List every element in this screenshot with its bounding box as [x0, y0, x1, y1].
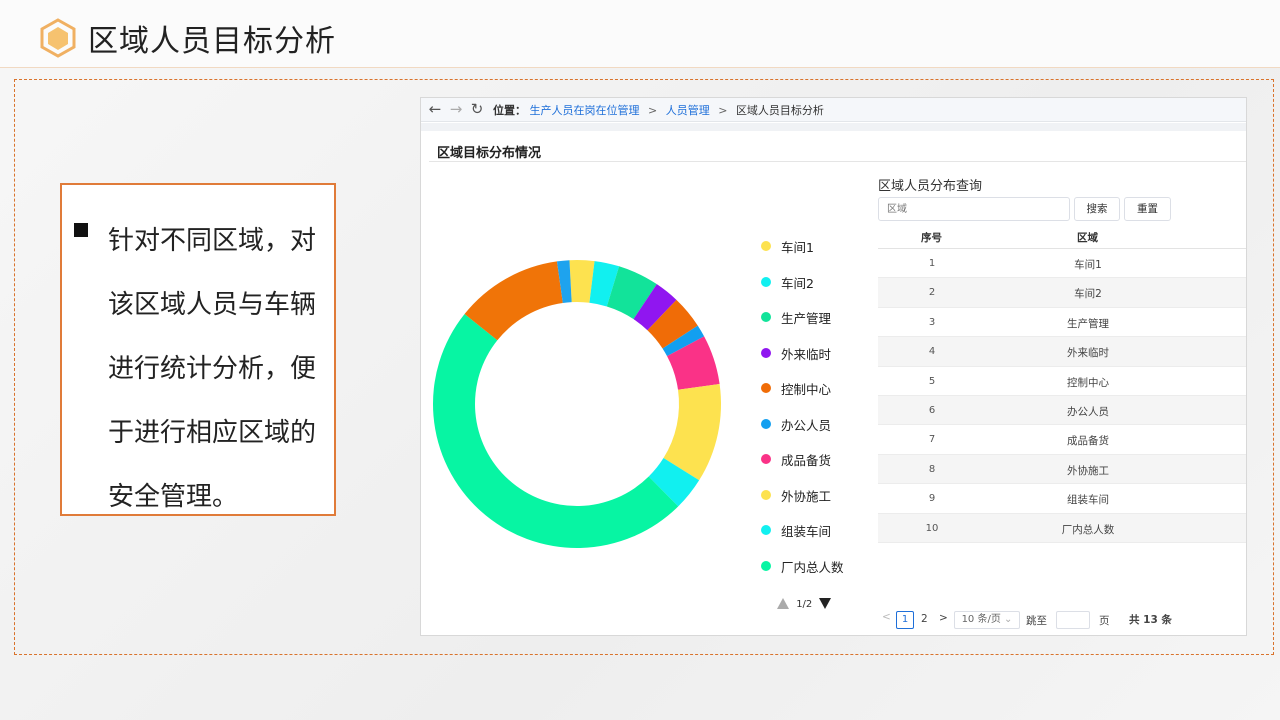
arrow-left-icon[interactable]: ← [427, 100, 443, 118]
search-button[interactable]: 搜索 [1074, 197, 1120, 221]
table-pagination: < 1 2 > 10 条/页 ⌄ 跳至 页 共 13 条 [878, 611, 1246, 631]
breadcrumb-item-production[interactable]: 生产人员在岗在位管理 [530, 104, 640, 117]
page-size-select[interactable]: 10 条/页 ⌄ [954, 611, 1020, 629]
table-row[interactable]: 1 车间1 [878, 249, 1246, 279]
legend-dot-icon [761, 418, 771, 429]
breadcrumb-item-personnel[interactable]: 人员管理 [666, 104, 710, 117]
slide-title: 区域人员目标分析 [88, 24, 336, 59]
query-title: 区域人员分布查询 [878, 179, 983, 194]
legend-label: 车间1 [781, 240, 814, 255]
legend-dot-icon [761, 489, 771, 500]
column-header-region: 区域 [1077, 232, 1098, 244]
chevron-down-icon: ⌄ [1004, 614, 1013, 625]
legend-dot-icon [761, 454, 771, 464]
cell-index: 8 [928, 463, 936, 475]
breadcrumb-separator: > [718, 104, 728, 117]
legend-dot-icon [761, 312, 771, 322]
legend-label: 成品备货 [781, 453, 832, 468]
bullet-box: 针对不同区域，对该区域人员与车辆进行统计分析，便于进行相应区域的安全管理。 [60, 183, 336, 516]
table-row[interactable]: 6 办公人员 [878, 396, 1246, 426]
legend-label: 车间2 [781, 275, 814, 291]
cell-index: 1 [928, 258, 936, 269]
cell-region: 生产管理 [1067, 317, 1109, 330]
cell-index: 5 [928, 375, 936, 387]
legend-label: 办公人员 [781, 417, 832, 433]
bullet-text: 针对不同区域，对该区域人员与车辆进行统计分析，便于进行相应区域的安全管理。 [108, 226, 317, 512]
table-header: 序号 区域 [878, 225, 1246, 249]
slide-title-bar: 区域人员目标分析 [0, 0, 1280, 68]
square-bullet-icon [74, 223, 88, 237]
section-divider [429, 161, 1246, 162]
legend-pager: 1/2 [777, 598, 832, 610]
legend-label: 外协施工 [781, 488, 832, 504]
breadcrumb-label: 位置： [493, 104, 526, 117]
legend-dot-icon [761, 560, 771, 571]
cell-region: 成品备货 [1067, 435, 1109, 448]
legend-dot-icon [761, 525, 771, 535]
content-top-strip [421, 123, 1246, 131]
cell-region: 外协施工 [1067, 464, 1109, 477]
legend-label: 组装车间 [781, 524, 832, 539]
table-row[interactable]: 5 控制中心 [878, 367, 1246, 396]
region-search-input[interactable] [878, 197, 1070, 221]
cell-index: 9 [928, 493, 936, 505]
cell-region: 车间2 [1074, 288, 1102, 301]
cell-index: 10 [925, 522, 939, 534]
cell-index: 3 [928, 316, 936, 328]
table-row[interactable]: 8 外协施工 [878, 454, 1246, 485]
breadcrumb-item-current: 区域人员目标分析 [735, 104, 824, 117]
legend-dot-icon [761, 276, 771, 287]
app-screenshot-window: ← → ↻ 位置： 生产人员在岗在位管理 > 人员管理 > 区域人员目标分析 区… [420, 97, 1247, 636]
hexagon-logo-icon [40, 18, 76, 58]
cell-region: 组装车间 [1067, 494, 1109, 507]
legend-dot-icon [761, 241, 771, 251]
page-prev-button[interactable]: < [882, 611, 891, 623]
legend-label: 厂内总人数 [781, 559, 844, 575]
table-row[interactable]: 9 组装车间 [878, 484, 1246, 514]
browser-nav-bar: ← → ↻ 位置： 生产人员在岗在位管理 > 人员管理 > 区域人员目标分析 [421, 98, 1246, 122]
legend-label: 外来临时 [781, 346, 832, 362]
table-row[interactable]: 4 外来临时 [878, 337, 1246, 367]
legend-dot-icon [761, 347, 771, 358]
legend-dot-icon [761, 383, 771, 393]
cell-region: 控制中心 [1067, 376, 1109, 389]
goto-label: 跳至 [1026, 615, 1047, 627]
table-row[interactable]: 7 成品备货 [878, 425, 1246, 455]
cell-index: 6 [928, 405, 936, 416]
cell-region: 厂内总人数 [1061, 523, 1115, 536]
cell-index: 7 [928, 434, 936, 446]
page-unit-label: 页 [1099, 615, 1110, 627]
donut-chart-svg [432, 260, 721, 549]
breadcrumb-separator: > [648, 104, 658, 117]
donut-chart [427, 258, 727, 558]
refresh-icon[interactable]: ↻ [469, 100, 485, 118]
page-1-button[interactable]: 1 [896, 611, 914, 629]
legend-label: 控制中心 [781, 382, 832, 397]
total-count: 共 13 条 [1129, 614, 1172, 626]
page-size-value: 10 条/页 [961, 614, 1001, 625]
goto-page-input[interactable] [1056, 611, 1090, 629]
cell-region: 外来临时 [1067, 347, 1109, 360]
legend-page-indicator: 1/2 [796, 598, 813, 610]
arrow-right-icon[interactable]: → [448, 100, 464, 118]
table-row[interactable]: 2 车间2 [878, 278, 1246, 308]
cell-region: 办公人员 [1067, 406, 1109, 418]
section-title: 区域目标分布情况 [437, 146, 542, 161]
cell-region: 车间1 [1074, 259, 1102, 271]
donut-slice[interactable] [432, 314, 679, 549]
cell-index: 4 [928, 346, 936, 358]
legend-next-icon[interactable] [819, 598, 832, 609]
page-2-button[interactable]: 2 [921, 613, 928, 625]
breadcrumb: 位置： 生产人员在岗在位管理 > 人员管理 > 区域人员目标分析 [493, 102, 824, 118]
page-next-button[interactable]: > [939, 612, 948, 624]
table-row[interactable]: 10 厂内总人数 [878, 513, 1246, 543]
legend-prev-icon[interactable] [777, 598, 789, 609]
column-header-index: 序号 [921, 232, 942, 244]
cell-index: 2 [928, 287, 936, 299]
legend-label: 生产管理 [781, 311, 832, 326]
reset-button[interactable]: 重置 [1124, 197, 1171, 221]
table-row[interactable]: 3 生产管理 [878, 308, 1246, 338]
